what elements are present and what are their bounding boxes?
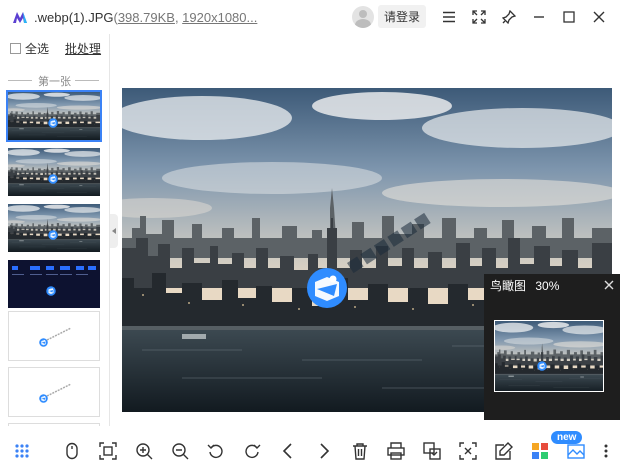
fit-window-icon[interactable] — [96, 439, 120, 463]
convert-icon[interactable] — [420, 439, 444, 463]
window-controls — [434, 6, 614, 28]
image-dimensions[interactable]: 1920x1080... — [182, 10, 257, 25]
watermark-logo — [307, 268, 347, 308]
thumbnail-image — [9, 368, 99, 416]
login-button[interactable]: 请登录 — [378, 5, 427, 28]
zoom-in-icon[interactable] — [132, 439, 156, 463]
maximize-icon[interactable] — [554, 6, 584, 28]
avatar[interactable] — [352, 5, 374, 28]
group-label: 第一张 — [0, 73, 109, 88]
more-icon[interactable] — [594, 439, 618, 463]
select-all-label[interactable]: 全选 — [25, 40, 49, 57]
next-icon[interactable] — [312, 439, 336, 463]
print-icon[interactable] — [384, 439, 408, 463]
sidebar-collapse-handle[interactable] — [110, 214, 118, 248]
image-viewer-app: .webp(1).JPG (398.79KB, 1920x1080... 请登录 — [0, 0, 620, 470]
thumbnail-item[interactable] — [8, 204, 100, 252]
grid-icon[interactable] — [10, 439, 34, 463]
thumbnail-item[interactable] — [8, 423, 100, 426]
thumbnail-image — [9, 312, 99, 360]
title-bar: .webp(1).JPG (398.79KB, 1920x1080... 请登录 — [0, 0, 620, 34]
rotate-right-icon[interactable] — [240, 439, 264, 463]
chevron-left-icon — [112, 228, 116, 234]
birdseye-title: 鸟瞰图 30% — [490, 277, 559, 294]
thumbnail-item[interactable] — [8, 148, 100, 196]
thumbnail-item[interactable] — [8, 311, 100, 361]
prev-icon[interactable] — [276, 439, 300, 463]
thumbnail-image — [8, 204, 100, 252]
minimize-icon[interactable] — [524, 6, 554, 28]
zoom-out-icon[interactable] — [168, 439, 192, 463]
thumbnail-image — [8, 148, 100, 196]
close-icon[interactable] — [584, 6, 614, 28]
app-logo-icon — [13, 12, 27, 23]
user-area[interactable]: 请登录 — [352, 5, 427, 28]
close-icon[interactable] — [604, 280, 614, 290]
select-all-checkbox[interactable] — [10, 42, 21, 54]
zoom-level: 30% — [535, 278, 560, 293]
birdseye-panel: 鸟瞰图 30% — [484, 274, 620, 420]
thumbnail-item[interactable] — [8, 367, 100, 417]
thumbnail-sidebar: 全选 批处理 第一张 — [0, 34, 110, 426]
delete-icon[interactable] — [348, 439, 372, 463]
fullscreen-icon[interactable] — [464, 6, 494, 28]
birdseye-label: 鸟瞰图 — [490, 278, 527, 293]
file-name: .webp(1).JPG — [34, 9, 114, 25]
thumbnail-item[interactable] — [6, 90, 102, 142]
selection-row: 全选 批处理 — [0, 37, 109, 59]
birdseye-header: 鸟瞰图 30% — [484, 274, 620, 296]
batch-process-link[interactable]: 批处理 — [65, 40, 101, 57]
menu-icon[interactable] — [434, 6, 464, 28]
bottom-toolbar — [0, 432, 620, 470]
apps-icon[interactable] — [528, 439, 552, 463]
thumbnail-image — [8, 92, 100, 140]
new-badge: new — [551, 431, 583, 444]
pin-icon[interactable] — [494, 6, 524, 28]
file-size[interactable]: 398.79KB — [118, 10, 175, 25]
birdseye-preview[interactable] — [494, 320, 604, 392]
mouse-icon[interactable] — [60, 439, 84, 463]
thumbnail-item[interactable] — [8, 260, 100, 308]
file-meta: (398.79KB, 1920x1080... — [113, 10, 257, 25]
edit-icon[interactable] — [492, 439, 516, 463]
thumbnail-image — [8, 260, 100, 308]
rotate-left-icon[interactable] — [204, 439, 228, 463]
crop-icon[interactable] — [456, 439, 480, 463]
